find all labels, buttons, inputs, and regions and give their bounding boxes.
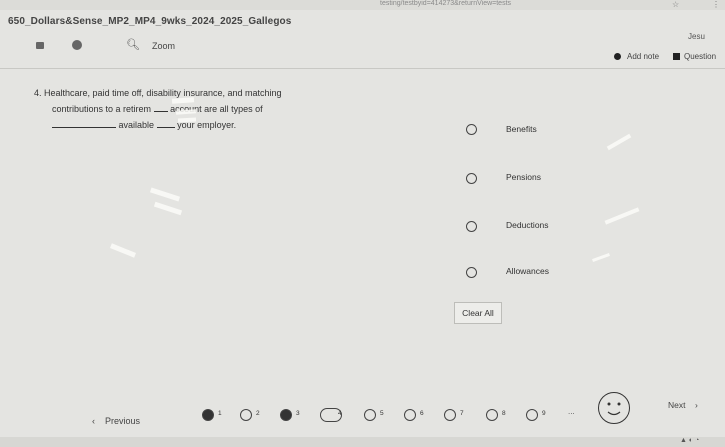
- highlight-mark: [171, 97, 195, 104]
- page-9-number: 9: [542, 410, 546, 417]
- highlight-mark: [606, 133, 632, 151]
- option-deductions-label[interactable]: Deductions: [506, 220, 549, 230]
- question-line-2a: contributions to a retirem: [52, 104, 152, 114]
- question-line-1: Healthcare, paid time off, disability in…: [44, 88, 282, 98]
- smiley-face-icon: [607, 402, 621, 416]
- highlight-mark: [110, 243, 136, 258]
- next-label: Next: [668, 400, 686, 410]
- toolbar-divider: [0, 68, 725, 69]
- question-number: 4.: [34, 88, 42, 98]
- search-icon[interactable]: 🔍︎: [126, 38, 140, 51]
- note-icon[interactable]: [614, 53, 621, 60]
- page-2-indicator[interactable]: [240, 409, 252, 421]
- option-pensions-label[interactable]: Pensions: [506, 172, 541, 182]
- question-text-line-3: available your employer.: [52, 120, 236, 130]
- page-2-number: 2: [256, 410, 260, 417]
- menu-icon[interactable]: ⋮: [712, 0, 720, 9]
- option-benefits-radio[interactable]: [466, 124, 477, 135]
- chevron-left-icon: ‹: [92, 416, 95, 426]
- page-8-indicator[interactable]: [486, 409, 498, 421]
- clear-all-button[interactable]: Clear All: [454, 302, 502, 324]
- option-allowances-radio[interactable]: [466, 267, 477, 278]
- page-5-number: 5: [380, 410, 384, 417]
- highlighter-icon[interactable]: [72, 40, 82, 50]
- question-text-line-2: contributions to a retirem account are a…: [52, 104, 263, 114]
- option-deductions-radio[interactable]: [466, 221, 477, 232]
- more-pages-ellipsis[interactable]: ...: [568, 407, 575, 416]
- add-note-button[interactable]: Add note: [627, 52, 659, 61]
- page-7-indicator[interactable]: [444, 409, 456, 421]
- browser-url-bar[interactable]: [0, 0, 725, 10]
- page-3-number: 3: [296, 410, 300, 417]
- blank-underline: [52, 127, 116, 128]
- chevron-right-icon: ›: [694, 400, 698, 410]
- star-icon[interactable]: ☆: [672, 0, 679, 9]
- highlight-mark: [153, 201, 183, 216]
- page-1-number: 1: [218, 410, 222, 417]
- page-7-number: 7: [460, 410, 464, 417]
- option-pensions-radio[interactable]: [466, 173, 477, 184]
- tools-icon[interactable]: [36, 42, 44, 49]
- page-6-indicator[interactable]: [404, 409, 416, 421]
- page-8-number: 8: [502, 410, 506, 417]
- page-6-number: 6: [420, 410, 424, 417]
- next-button[interactable]: Next ›: [668, 400, 698, 410]
- previous-button[interactable]: ‹ Previous: [92, 416, 140, 426]
- highlight-mark: [149, 187, 181, 202]
- highlight-mark: [592, 253, 610, 262]
- page-3-indicator[interactable]: [280, 409, 292, 421]
- option-allowances-label[interactable]: Allowances: [506, 266, 549, 276]
- question-line-3b: available: [118, 120, 155, 130]
- course-title: 650_Dollars&Sense_MP2_MP4_9wks_2024_2025…: [8, 16, 292, 27]
- previous-label: Previous: [105, 416, 141, 426]
- blank-underline: [156, 127, 175, 128]
- browser-url[interactable]: testing/testbyid=414273&returnView=tests: [380, 0, 511, 7]
- page-9-indicator[interactable]: [526, 409, 538, 421]
- page-5-indicator[interactable]: [364, 409, 376, 421]
- zoom-button[interactable]: Zoom: [152, 41, 175, 51]
- highlight-mark: [604, 207, 640, 225]
- flag-icon[interactable]: [673, 53, 680, 60]
- page-1-indicator[interactable]: [202, 409, 214, 421]
- question-button[interactable]: Question: [684, 52, 716, 61]
- user-name: Jesu: [688, 32, 705, 41]
- blank-underline: [153, 111, 168, 112]
- system-tray-icons[interactable]: ▲ ◐ ◔: [680, 437, 699, 444]
- page-4-number: 4: [338, 410, 342, 417]
- question-text-line-1: 4. Healthcare, paid time off, disability…: [34, 88, 282, 98]
- option-benefits-label[interactable]: Benefits: [506, 124, 537, 134]
- os-taskbar: [0, 437, 725, 447]
- review-smiley-icon[interactable]: [598, 392, 630, 424]
